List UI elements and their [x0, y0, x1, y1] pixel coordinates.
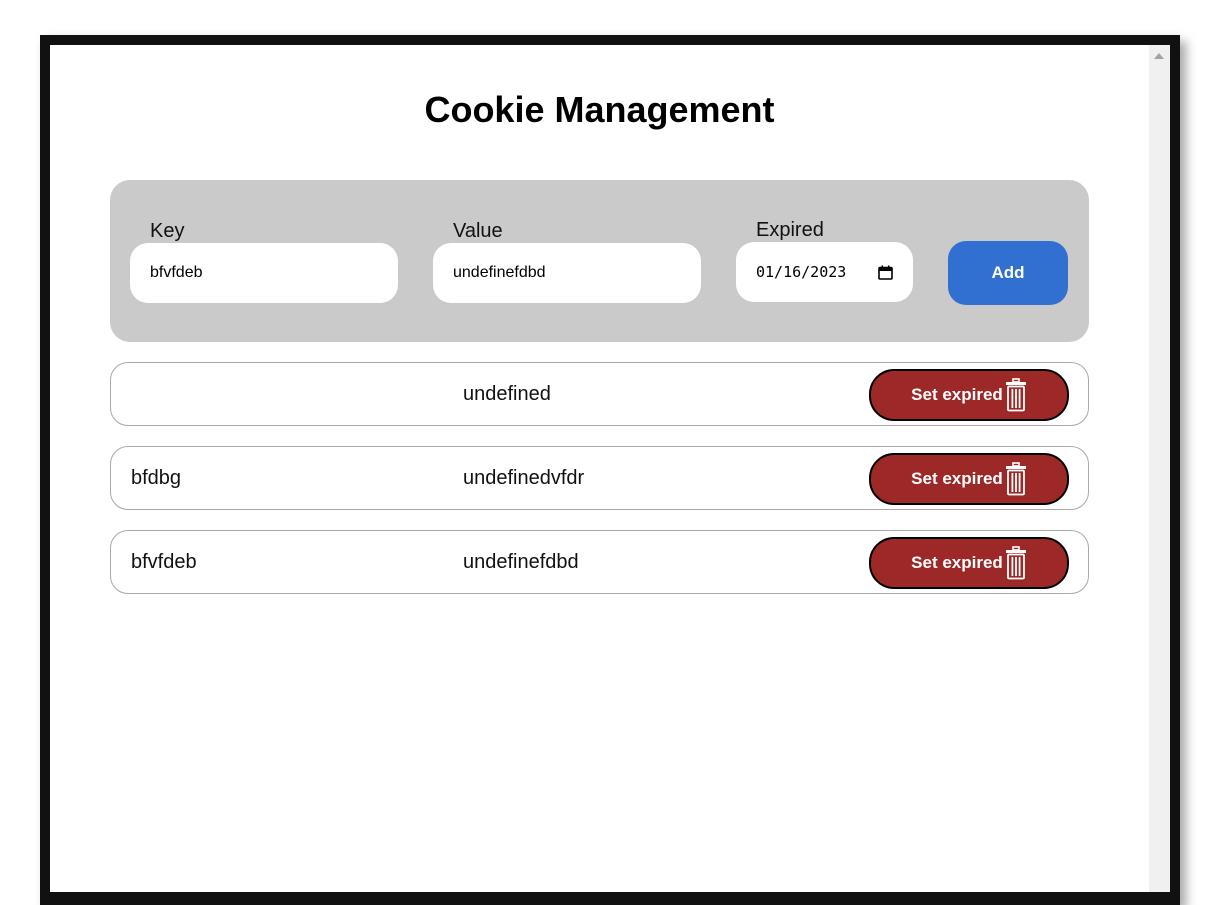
- add-cookie-form: Key bfvfdeb Value undefinefdbd Expired 0…: [110, 180, 1089, 342]
- cookie-row: undefined Set expired: [110, 362, 1089, 426]
- key-label: Key: [150, 220, 185, 242]
- vertical-scrollbar[interactable]: [1149, 45, 1170, 892]
- cookie-key: bfvfdeb: [131, 551, 197, 573]
- value-label: Value: [453, 220, 503, 242]
- page-viewport: Cookie Management Key bfvfdeb Value unde…: [50, 45, 1149, 892]
- cookie-row: bfvfdeb undefinefdbd Set expired: [110, 530, 1089, 594]
- page-title: Cookie Management: [424, 89, 775, 130]
- cookie-value: undefined: [463, 383, 551, 405]
- cookie-value: undefinedvfdr: [463, 467, 585, 489]
- expired-date-value: 01/16/2023: [756, 263, 847, 281]
- set-expired-button[interactable]: Set expired: [869, 453, 1069, 505]
- cookie-key: bfdbg: [131, 467, 182, 489]
- cookie-row: bfdbg undefinedvfdr Set expired: [110, 446, 1089, 510]
- add-button[interactable]: Add: [948, 241, 1068, 305]
- set-expired-label: Set expired: [911, 469, 1003, 488]
- key-input[interactable]: bfvfdeb: [130, 243, 398, 303]
- cookie-value: undefinefdbd: [463, 551, 579, 573]
- set-expired-label: Set expired: [911, 553, 1003, 572]
- trash-icon: [1005, 546, 1026, 580]
- set-expired-button[interactable]: Set expired: [869, 537, 1069, 589]
- calendar-icon[interactable]: [878, 265, 893, 280]
- trash-icon: [1005, 378, 1026, 412]
- scroll-up-arrow-icon[interactable]: [1154, 53, 1164, 59]
- set-expired-label: Set expired: [911, 385, 1003, 404]
- value-input[interactable]: undefinefdbd: [433, 243, 701, 303]
- set-expired-button[interactable]: Set expired: [869, 369, 1069, 421]
- expired-label: Expired: [756, 219, 824, 241]
- expired-date-input[interactable]: 01/16/2023: [736, 242, 913, 302]
- trash-icon: [1005, 462, 1026, 496]
